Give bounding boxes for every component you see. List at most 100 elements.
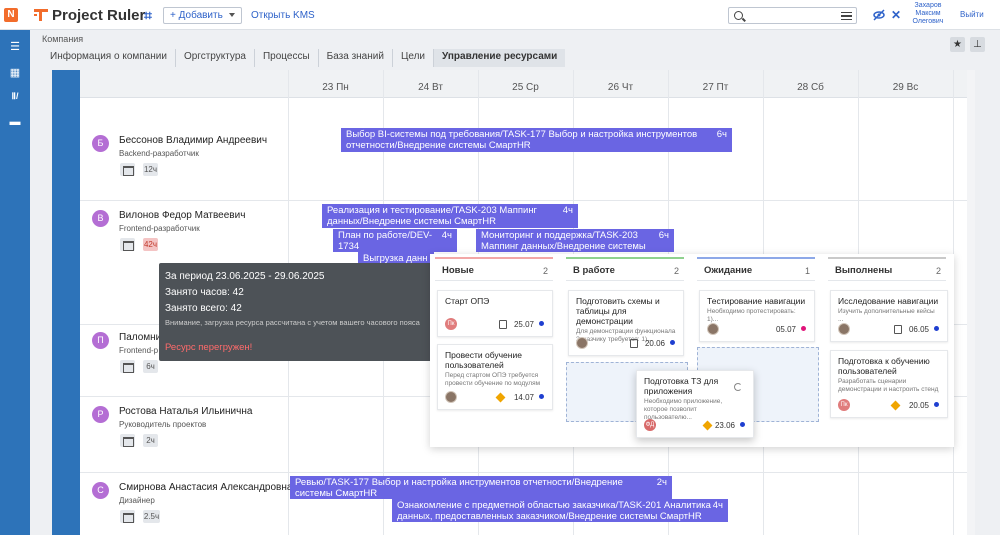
calendar-icon[interactable]: [120, 163, 135, 176]
task-hours: 4ч: [712, 500, 723, 511]
load-tooltip: За период 23.06.2025 - 29.06.2025 Занято…: [159, 263, 434, 361]
task-title: Мониторинг и поддержка/TASK-203: [481, 230, 638, 241]
avatar: Пк: [838, 399, 850, 411]
analytics-icon[interactable]: Ⅱ/: [9, 90, 21, 102]
kanban-card[interactable]: Старт ОПЭ Пк 25.07: [437, 290, 553, 337]
open-kms-link[interactable]: Открыть KMS: [251, 10, 315, 21]
priority-dot: [934, 326, 939, 331]
tooltip-hours-busy: Занято часов: 42: [165, 287, 244, 298]
kanban-card[interactable]: Подготовка к обучению пользователей Разр…: [830, 350, 948, 418]
task-title: данных, предоставленных заказчиком/Внедр…: [397, 511, 702, 522]
kanban-column-header[interactable]: Выполнены 2: [828, 257, 946, 281]
kanban-column-title: В работе: [573, 265, 615, 276]
person-name[interactable]: Бессонов Владимир Андреевич: [119, 135, 267, 146]
kanban-column-new: Новые 2: [435, 257, 553, 281]
person-name[interactable]: Вилонов Федор Матвеевич: [119, 210, 245, 221]
avatar: [838, 323, 850, 335]
priority-dot: [539, 394, 544, 399]
person-name[interactable]: Смирнова Анастасия Александровна: [119, 482, 292, 493]
card-title: Провести обучение пользователей: [445, 350, 522, 370]
top-bar: N Project Ruler ⌗ + Добавить Открыть KMS…: [0, 0, 1000, 30]
calendar-icon[interactable]: [120, 360, 135, 373]
kanban-card[interactable]: Тестирование навигации Необходимо протес…: [699, 290, 815, 342]
pin-icon[interactable]: ⊥: [970, 37, 985, 52]
add-button[interactable]: + Добавить: [163, 7, 242, 24]
logout-link[interactable]: Выйти: [960, 10, 984, 19]
kanban-column-count: 2: [673, 266, 679, 276]
day-header: 26 Чт: [607, 82, 634, 93]
kanban-card[interactable]: Провести обучение пользователей Перед ст…: [437, 344, 553, 410]
kanban-card[interactable]: Исследование навигации Изучить дополните…: [830, 290, 948, 342]
tooltip-note: Внимание, загрузка ресурса рассчитана с …: [165, 318, 420, 327]
card-title: Подготовить схемы и таблицы для демонстр…: [576, 296, 660, 326]
card-description: Разработать сценарии демонстрации и наст…: [838, 378, 939, 393]
calendar-icon[interactable]: [120, 238, 135, 251]
day-header: 24 Вт: [418, 82, 443, 93]
card-due-date: 20.06: [644, 339, 665, 348]
avatar[interactable]: Б: [92, 135, 109, 152]
person-name[interactable]: Ростова Наталья Ильинична: [119, 406, 252, 417]
person-role: Backend-разработчик: [119, 149, 199, 158]
day-header: 23 Пн: [322, 82, 349, 93]
avatar[interactable]: П: [92, 332, 109, 349]
star-icon[interactable]: ★: [950, 37, 965, 52]
visibility-off-icon[interactable]: [873, 9, 885, 21]
card-title: Подготовка к обучению пользователей: [838, 356, 930, 376]
search-input[interactable]: [728, 7, 857, 24]
tab-knowledge-base[interactable]: База знаний: [319, 49, 393, 67]
hours-badge: 6ч: [143, 360, 158, 373]
tooltip-warning: Ресурс перегружен!: [165, 342, 253, 353]
priority-icon: [890, 400, 901, 411]
avatar[interactable]: С: [92, 482, 109, 499]
day-header: 25 Ср: [512, 82, 539, 93]
tab-resource-management[interactable]: Управление ресурсами: [434, 49, 566, 67]
filter-icon[interactable]: [841, 12, 852, 20]
grid-icon[interactable]: ▦: [9, 67, 21, 79]
avatar: [707, 323, 719, 335]
kanban-card[interactable]: Подготовить схемы и таблицы для демонстр…: [568, 290, 684, 356]
app-title[interactable]: Project Ruler: [52, 7, 145, 24]
hours-badge-overloaded[interactable]: 42ч: [143, 238, 158, 251]
card-title: Старт ОПЭ: [445, 296, 490, 306]
folder-icon[interactable]: ▬: [9, 116, 21, 128]
task-bar[interactable]: План по работе/DEV-1734 Проектирование 4…: [333, 229, 457, 263]
task-bar[interactable]: Выбор BI-системы под требования/TASK-177…: [341, 128, 732, 152]
calendar-icon[interactable]: [120, 434, 135, 447]
priority-dot: [539, 321, 544, 326]
add-button-label: + Добавить: [170, 10, 223, 21]
kanban-column-header[interactable]: В работе 2: [566, 257, 684, 281]
breadcrumb[interactable]: Компания: [42, 34, 83, 44]
avatar[interactable]: Р: [92, 406, 109, 423]
checklist-icon: [630, 339, 638, 348]
kanban-column-header[interactable]: Ожидание 1: [697, 257, 815, 281]
tab-goals[interactable]: Цели: [393, 49, 435, 67]
kanban-column-waiting: Ожидание 1: [697, 257, 815, 281]
tab-processes[interactable]: Процессы: [255, 49, 319, 67]
tab-company-info[interactable]: Информация о компании: [42, 49, 176, 67]
dragged-kanban-card[interactable]: Подготовка ТЗ для приложения Необходимо …: [636, 370, 754, 438]
task-hours: 2ч: [656, 477, 667, 488]
search-icon: [734, 11, 743, 20]
kanban-column-header[interactable]: Новые 2: [435, 257, 553, 281]
hierarchy-icon[interactable]: ⌗: [144, 7, 152, 24]
user-name[interactable]: Захаров Максим Олегович: [908, 2, 948, 26]
task-bar[interactable]: Реализация и тестирование/TASK-203 Маппи…: [322, 204, 578, 228]
menu-icon[interactable]: ☰: [9, 41, 21, 53]
task-bar[interactable]: Мониторинг и поддержка/TASK-203 Маппинг …: [476, 229, 674, 252]
vertical-scrollbar[interactable]: [967, 70, 975, 535]
task-title: Ознакомление с предметной областью заказ…: [397, 500, 711, 511]
brand-logo[interactable]: N: [4, 8, 18, 22]
task-hours: 4ч: [562, 205, 573, 216]
calendar-icon[interactable]: [120, 510, 135, 523]
person-name[interactable]: Паломни: [119, 332, 161, 343]
avatar: Пк: [445, 318, 457, 330]
priority-dot: [801, 326, 806, 331]
card-title: Подготовка ТЗ для приложения: [644, 376, 719, 396]
task-bar[interactable]: Ознакомление с предметной областью заказ…: [392, 499, 728, 522]
tab-org-structure[interactable]: Оргструктура: [176, 49, 255, 67]
day-header: 27 Пт: [702, 82, 729, 93]
avatar[interactable]: В: [92, 210, 109, 227]
task-bar[interactable]: Ревью/TASK-177 Выбор и настройка инструм…: [290, 476, 672, 499]
avatar: [445, 391, 457, 403]
tools-icon[interactable]: ✕: [891, 8, 901, 22]
